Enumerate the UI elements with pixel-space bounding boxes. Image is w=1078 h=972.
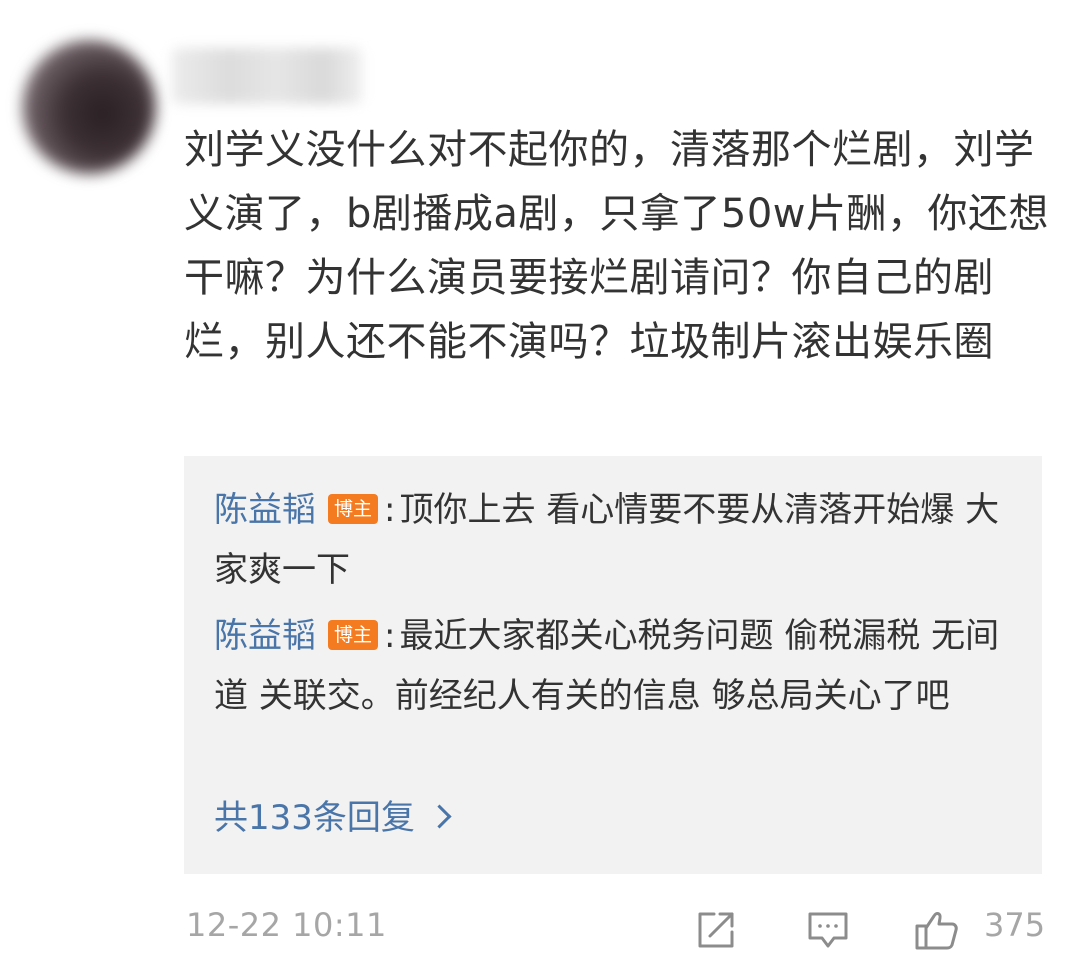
reply-author[interactable]: 陈益韬 <box>214 616 316 656</box>
comment-footer: 12-22 10:11 375 <box>0 900 1078 960</box>
more-replies-label: 共133条回复 <box>214 798 415 838</box>
chevron-right-icon <box>427 804 452 829</box>
thumbs-up-icon[interactable] <box>914 908 960 956</box>
avatar[interactable] <box>22 40 156 174</box>
like-count: 375 <box>984 906 1046 944</box>
reply-item: 陈益韬 博主: 顶你上去 看心情要不要从清落开始爆 大家爽一下 <box>214 480 1004 600</box>
reply-separator: : <box>384 490 396 530</box>
comment-icon[interactable] <box>806 908 850 956</box>
timestamp: 12-22 10:11 <box>186 906 387 944</box>
reply-box[interactable]: 陈益韬 博主: 顶你上去 看心情要不要从清落开始爆 大家爽一下 陈益韬 博主: 最近大家… <box>184 456 1042 874</box>
author-badge: 博主 <box>328 494 379 524</box>
username-blurred[interactable] <box>172 48 362 104</box>
comment-text: 刘学义没什么对不起你的，清落那个烂剧，刘学义演了，b剧播成a剧，只拿了50w片酬… <box>184 127 1050 365</box>
reply-author[interactable]: 陈益韬 <box>214 490 316 530</box>
share-icon[interactable] <box>694 908 738 956</box>
view-all-replies-link[interactable]: 共133条回复 <box>214 796 452 840</box>
author-badge: 博主 <box>328 620 379 650</box>
reply-separator: : <box>384 616 396 656</box>
reply-item: 陈益韬 博主: 最近大家都关心税务问题 偷税漏税 无间道 关联交。前经纪人有关的信息… <box>214 606 1004 726</box>
